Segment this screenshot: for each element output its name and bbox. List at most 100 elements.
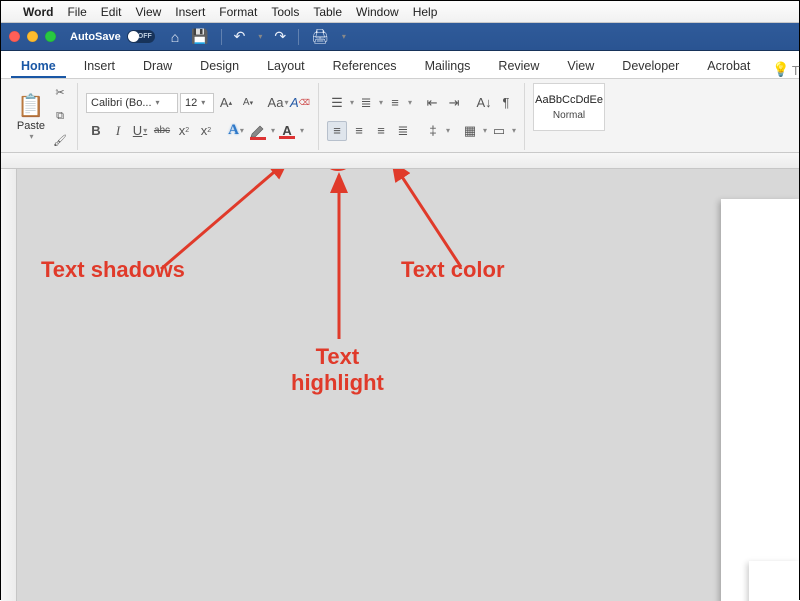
- home-icon[interactable]: ⌂: [171, 29, 179, 45]
- numbering-button[interactable]: ≣: [356, 93, 376, 113]
- group-styles: AaBbCcDdEe Normal: [525, 83, 611, 150]
- separator: [221, 29, 222, 45]
- document-page-next[interactable]: [749, 561, 799, 601]
- quick-access-toolbar: ⌂ 💾 ↶ ▾ ↷ 🖨 ▾: [171, 28, 346, 45]
- window-titlebar: AutoSave OFF ⌂ 💾 ↶ ▾ ↷ 🖨 ▾: [1, 23, 799, 51]
- document-background: [17, 169, 799, 601]
- mac-menu-file[interactable]: File: [67, 5, 86, 19]
- tab-layout[interactable]: Layout: [257, 53, 315, 78]
- align-center-button[interactable]: ≡: [349, 121, 369, 141]
- separator: [298, 29, 299, 45]
- ribbon: 📋 Paste ▾ ✂ ⧉ 🖌 Calibri (Bo... ▾ 12 ▾ A▴ A…: [1, 79, 799, 153]
- chevron-down-icon[interactable]: ▾: [379, 98, 383, 107]
- align-right-button[interactable]: ≡: [371, 121, 391, 141]
- show-marks-button[interactable]: ¶: [496, 93, 516, 113]
- chevron-down-icon[interactable]: ▾: [350, 98, 354, 107]
- mac-menu-tools[interactable]: Tools: [271, 5, 299, 19]
- tell-me-icon[interactable]: 💡: [772, 61, 789, 78]
- mac-menu-help[interactable]: Help: [413, 5, 438, 19]
- paste-button[interactable]: 📋 Paste ▾: [13, 83, 49, 150]
- shrink-font-button[interactable]: A▾: [238, 93, 258, 113]
- mac-menu-edit[interactable]: Edit: [101, 5, 122, 19]
- mac-menu-table[interactable]: Table: [313, 5, 342, 19]
- chevron-down-icon: ▾: [201, 98, 205, 107]
- format-painter-icon[interactable]: 🖌: [51, 132, 69, 150]
- multilevel-list-button[interactable]: ≡: [385, 93, 405, 113]
- mac-menu-insert[interactable]: Insert: [175, 5, 205, 19]
- text-highlight-button[interactable]: [248, 121, 268, 141]
- window-controls: [9, 31, 56, 42]
- vertical-ruler[interactable]: [1, 169, 17, 601]
- tell-me-label[interactable]: T: [792, 64, 800, 78]
- increase-indent-button[interactable]: ⇥: [444, 93, 464, 113]
- document-page[interactable]: [721, 199, 799, 601]
- style-sample: AaBbCcDdEe: [535, 94, 603, 106]
- window-close-button[interactable]: [9, 31, 20, 42]
- tab-review[interactable]: Review: [488, 53, 549, 78]
- document-workspace: Text shadows Text highlight Text color: [1, 169, 799, 601]
- font-color-button[interactable]: A: [277, 121, 297, 141]
- highlight-dropdown-icon[interactable]: ▾: [271, 126, 275, 135]
- subscript-button[interactable]: x2: [174, 121, 194, 141]
- tab-acrobat[interactable]: Acrobat: [697, 53, 760, 78]
- tab-draw[interactable]: Draw: [133, 53, 182, 78]
- font-size-value: 12: [185, 97, 197, 109]
- tab-view[interactable]: View: [557, 53, 604, 78]
- print-icon[interactable]: 🖨: [311, 28, 329, 45]
- tab-mailings[interactable]: Mailings: [415, 53, 481, 78]
- undo-dropdown-icon[interactable]: ▾: [258, 32, 262, 41]
- bold-button[interactable]: B: [86, 121, 106, 141]
- mac-menu-format[interactable]: Format: [219, 5, 257, 19]
- italic-button[interactable]: I: [108, 121, 128, 141]
- align-left-button[interactable]: ≡: [327, 121, 347, 141]
- decrease-indent-button[interactable]: ⇤: [422, 93, 442, 113]
- window-minimize-button[interactable]: [27, 31, 38, 42]
- tab-references[interactable]: References: [323, 53, 407, 78]
- mac-menu-view[interactable]: View: [135, 5, 161, 19]
- font-size-select[interactable]: 12 ▾: [180, 93, 214, 113]
- group-clipboard: 📋 Paste ▾ ✂ ⧉ 🖌: [7, 83, 78, 150]
- font-name-select[interactable]: Calibri (Bo... ▾: [86, 93, 178, 113]
- text-effects-button[interactable]: A▾: [226, 121, 246, 141]
- qat-customize-icon[interactable]: ▾: [342, 32, 346, 41]
- mac-menu-window[interactable]: Window: [356, 5, 399, 19]
- cut-icon[interactable]: ✂: [51, 84, 69, 102]
- copy-icon[interactable]: ⧉: [51, 108, 69, 126]
- chevron-down-icon[interactable]: ▾: [408, 98, 412, 107]
- window-zoom-button[interactable]: [45, 31, 56, 42]
- shading-button[interactable]: ▦: [460, 121, 480, 141]
- autosave-toggle[interactable]: OFF: [127, 30, 155, 43]
- redo-icon[interactable]: ↷: [274, 28, 286, 45]
- style-normal[interactable]: AaBbCcDdEe Normal: [533, 83, 605, 131]
- tab-insert[interactable]: Insert: [74, 53, 125, 78]
- grow-font-button[interactable]: A▴: [216, 93, 236, 113]
- chevron-down-icon[interactable]: ▾: [483, 126, 487, 135]
- bullets-button[interactable]: ☰: [327, 93, 347, 113]
- chevron-down-icon[interactable]: ▾: [446, 126, 450, 135]
- highlighter-icon: [248, 121, 268, 141]
- autosave-label: AutoSave: [70, 31, 121, 43]
- undo-icon[interactable]: ↶: [234, 28, 246, 45]
- strikethrough-button[interactable]: abc: [152, 121, 172, 141]
- superscript-button[interactable]: x2: [196, 121, 216, 141]
- chevron-down-icon[interactable]: ▾: [512, 126, 516, 135]
- clear-formatting-button[interactable]: A⌫: [290, 93, 310, 113]
- font-name-value: Calibri (Bo...: [91, 97, 152, 109]
- mac-menubar: Word File Edit View Insert Format Tools …: [1, 1, 799, 23]
- tab-home[interactable]: Home: [11, 53, 66, 78]
- change-case-button[interactable]: Aa▾: [268, 93, 288, 113]
- horizontal-ruler[interactable]: [1, 153, 799, 169]
- sort-button[interactable]: A↓: [474, 93, 494, 113]
- borders-button[interactable]: ▭: [489, 121, 509, 141]
- font-color-dropdown-icon[interactable]: ▾: [300, 126, 304, 135]
- paste-dropdown-icon[interactable]: ▾: [29, 132, 33, 141]
- underline-button[interactable]: U▾: [130, 121, 150, 141]
- tab-design[interactable]: Design: [190, 53, 249, 78]
- save-icon[interactable]: 💾: [191, 28, 208, 45]
- chevron-down-icon: ▾: [156, 98, 160, 107]
- mac-app-name[interactable]: Word: [23, 5, 53, 19]
- justify-button[interactable]: ≣: [393, 121, 413, 141]
- line-spacing-button[interactable]: ‡: [423, 121, 443, 141]
- tab-developer[interactable]: Developer: [612, 53, 689, 78]
- autosave-control[interactable]: AutoSave OFF: [70, 30, 155, 43]
